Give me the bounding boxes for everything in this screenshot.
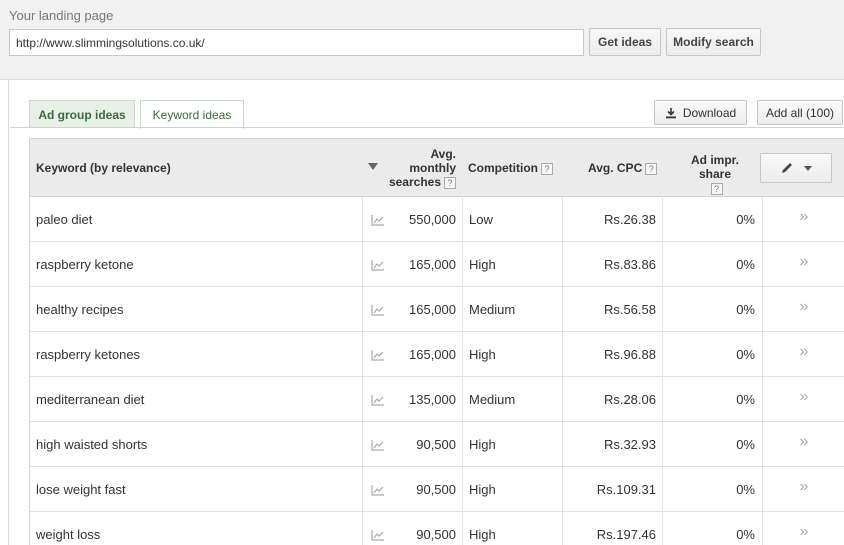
add-all-button[interactable]: Add all (100)	[757, 100, 843, 125]
keyword-cell: paleo diet	[36, 212, 93, 227]
cpc-cell: Rs.197.46	[562, 512, 662, 545]
help-icon[interactable]: ?	[541, 162, 553, 175]
keyword-cell: healthy recipes	[36, 302, 124, 317]
cpc-label: Avg. CPC	[588, 161, 643, 175]
column-header-keyword[interactable]: Keyword (by relevance)	[36, 161, 171, 175]
competition-cell: High	[462, 512, 562, 545]
avg-label-line3: searches	[388, 175, 441, 189]
modify-search-button[interactable]: Modify search	[666, 28, 761, 56]
keyword-cell: high waisted shorts	[36, 437, 148, 452]
competition-cell: Low	[462, 197, 562, 242]
impr-share-cell: 0%	[662, 377, 762, 422]
cpc-cell: Rs.26.38	[562, 197, 662, 242]
competition-cell: Medium	[462, 287, 562, 332]
searches-cell: 550,000	[409, 212, 456, 227]
table-row: raspberry ketones 165,000 High Rs.96.88 …	[30, 332, 844, 377]
left-divider	[8, 80, 9, 545]
searches-cell: 165,000	[409, 257, 456, 272]
cpc-cell: Rs.56.58	[562, 287, 662, 332]
add-keyword-button[interactable]: »	[762, 422, 844, 467]
column-header-avg-cpc[interactable]: Avg. CPC?	[588, 161, 658, 175]
landing-page-input[interactable]	[9, 29, 584, 56]
keyword-table: Keyword (by relevance) Avg. monthly sear…	[29, 138, 844, 545]
table-row: paleo diet 550,000 Low Rs.26.38 0% »	[30, 197, 844, 242]
search-panel: Your landing page Get ideas Modify searc…	[0, 0, 844, 80]
table-row: healthy recipes 165,000 Medium Rs.56.58 …	[30, 287, 844, 332]
keyword-cell: raspberry ketones	[36, 347, 141, 362]
searches-cell: 135,000	[409, 392, 456, 407]
add-keyword-button[interactable]: »	[762, 197, 844, 242]
column-header-competition[interactable]: Competition?	[468, 161, 553, 175]
competition-cell: High	[462, 332, 562, 377]
impr-share-cell: 0%	[662, 467, 762, 512]
competition-label: Competition	[468, 161, 538, 175]
tab-keyword-ideas[interactable]: Keyword ideas	[140, 100, 244, 129]
download-label: Download	[682, 105, 737, 120]
tab-divider	[10, 127, 844, 128]
competition-cell: High	[462, 467, 562, 512]
impr-label: Ad impr. share	[690, 153, 739, 181]
table-body: paleo diet 550,000 Low Rs.26.38 0% » ras…	[30, 197, 844, 545]
searches-cell: 165,000	[409, 302, 456, 317]
impr-share-cell: 0%	[662, 512, 762, 545]
chevron-down-icon	[804, 165, 812, 171]
searches-cell: 90,500	[416, 482, 456, 497]
table-row: raspberry ketone 165,000 High Rs.83.86 0…	[30, 242, 844, 287]
add-keyword-button[interactable]: »	[762, 287, 844, 332]
keyword-cell: mediterranean diet	[36, 392, 145, 407]
competition-cell: High	[462, 422, 562, 467]
keyword-cell: weight loss	[36, 527, 101, 542]
cpc-cell: Rs.32.93	[562, 422, 662, 467]
add-keyword-button[interactable]: »	[762, 242, 844, 287]
avg-label-line1: Avg.	[430, 147, 456, 161]
impr-share-cell: 0%	[662, 287, 762, 332]
edit-columns-button[interactable]	[760, 153, 832, 183]
get-ideas-button[interactable]: Get ideas	[589, 28, 661, 56]
tab-ad-group-ideas[interactable]: Ad group ideas	[29, 100, 135, 128]
help-icon[interactable]: ?	[710, 182, 723, 195]
add-keyword-button[interactable]: »	[762, 332, 844, 377]
impr-share-cell: 0%	[662, 422, 762, 467]
help-icon[interactable]: ?	[444, 176, 456, 189]
searches-cell: 165,000	[409, 347, 456, 362]
cpc-cell: Rs.109.31	[562, 467, 662, 512]
table-row: weight loss 90,500 High Rs.197.46 0% »	[30, 512, 844, 545]
table-row: mediterranean diet 135,000 Medium Rs.28.…	[30, 377, 844, 422]
help-icon[interactable]: ?	[645, 162, 658, 175]
landing-page-label: Your landing page	[9, 8, 114, 23]
download-button[interactable]: Download	[654, 100, 747, 125]
competition-cell: High	[462, 242, 562, 287]
searches-cell: 90,500	[416, 527, 456, 542]
impr-share-cell: 0%	[662, 332, 762, 377]
add-keyword-button[interactable]: »	[762, 512, 844, 545]
table-header: Keyword (by relevance) Avg. monthly sear…	[30, 138, 844, 197]
impr-share-cell: 0%	[662, 197, 762, 242]
table-row: high waisted shorts 90,500 High Rs.32.93…	[30, 422, 844, 467]
column-header-ad-impr-share[interactable]: Ad impr. share ?	[674, 153, 756, 195]
competition-cell: Medium	[462, 377, 562, 422]
pencil-icon	[782, 163, 792, 173]
cpc-cell: Rs.96.88	[562, 332, 662, 377]
sort-desc-icon[interactable]	[368, 163, 378, 170]
avg-label-line2: monthly	[409, 161, 456, 175]
cpc-cell: Rs.28.06	[562, 377, 662, 422]
searches-cell: 90,500	[416, 437, 456, 452]
add-keyword-button[interactable]: »	[762, 467, 844, 512]
keyword-cell: raspberry ketone	[36, 257, 134, 272]
impr-share-cell: 0%	[662, 242, 762, 287]
cpc-cell: Rs.83.86	[562, 242, 662, 287]
table-row: lose weight fast 90,500 High Rs.109.31 0…	[30, 467, 844, 512]
column-header-avg-searches[interactable]: Avg. monthly searches?	[380, 147, 456, 189]
add-keyword-button[interactable]: »	[762, 377, 844, 422]
keyword-cell: lose weight fast	[36, 482, 126, 497]
download-icon	[665, 107, 676, 118]
